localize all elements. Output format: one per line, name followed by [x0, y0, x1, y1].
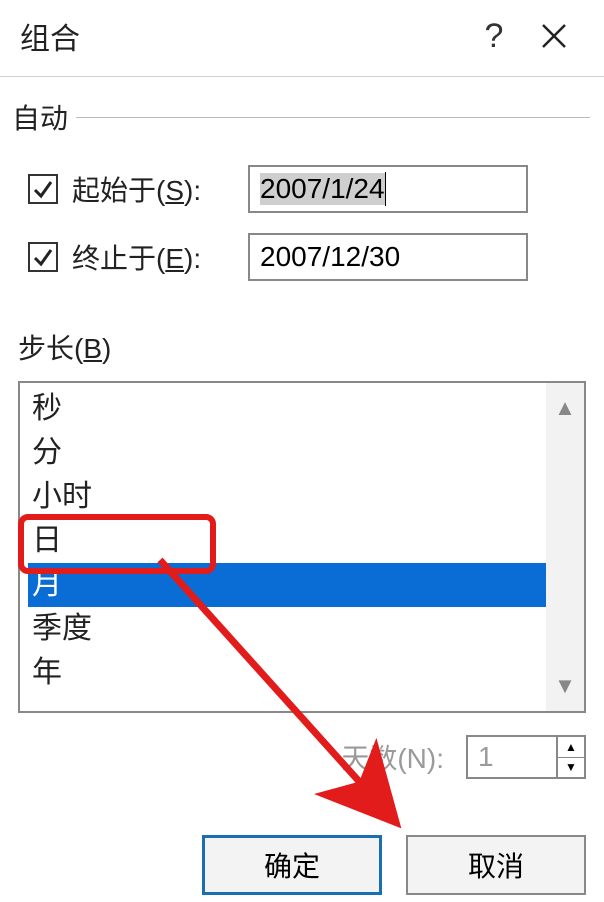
scroll-up-icon[interactable]: ▲: [554, 397, 576, 419]
auto-legend: 自动: [12, 97, 76, 137]
days-value[interactable]: 1: [468, 737, 556, 777]
end-row: 终止于(E): 2007/12/30: [28, 233, 590, 281]
list-item[interactable]: 小时: [28, 475, 546, 519]
days-row: 天数(N): 1 ▲ ▼: [0, 735, 586, 779]
start-date-input[interactable]: 2007/1/24: [248, 165, 528, 213]
checkmark-icon: [32, 178, 54, 200]
start-row: 起始于(S): 2007/1/24: [28, 165, 590, 213]
dialog-title: 组合: [20, 14, 464, 58]
spinner-up-icon[interactable]: ▲: [558, 737, 584, 758]
list-item[interactable]: 年: [28, 651, 546, 695]
spinner-down-icon[interactable]: ▼: [558, 758, 584, 778]
days-label: 天数(N):: [341, 737, 444, 777]
ok-button[interactable]: 确定: [202, 835, 382, 895]
scroll-down-icon[interactable]: ▼: [554, 675, 576, 697]
spinner-buttons: ▲ ▼: [556, 737, 584, 777]
list-item[interactable]: 秒: [28, 387, 546, 431]
close-button[interactable]: [524, 22, 584, 50]
list-item[interactable]: 季度: [28, 607, 546, 651]
end-label: 终止于(E):: [72, 237, 242, 277]
auto-fieldset: 自动 起始于(S): 2007/1/24 终止于(E): 2007/12/30: [14, 97, 590, 301]
start-checkbox[interactable]: [28, 174, 58, 204]
step-listbox[interactable]: 秒分小时日月季度年: [20, 383, 546, 711]
checkmark-icon: [32, 246, 54, 268]
text-caret: [385, 172, 386, 206]
end-date-input[interactable]: 2007/12/30: [248, 233, 528, 281]
cancel-button[interactable]: 取消: [406, 835, 586, 895]
list-item[interactable]: 分: [28, 431, 546, 475]
start-label: 起始于(S):: [72, 169, 242, 209]
start-date-value: 2007/1/24: [260, 173, 385, 205]
help-button[interactable]: ?: [464, 17, 524, 56]
days-spinner[interactable]: 1 ▲ ▼: [466, 735, 586, 779]
step-listbox-wrap: 秒分小时日月季度年 ▲ ▼: [18, 381, 586, 713]
titlebar: 组合 ?: [0, 0, 604, 77]
end-date-value: 2007/12/30: [260, 241, 400, 273]
step-label: 步长(B): [18, 327, 604, 367]
list-item[interactable]: 日: [28, 519, 546, 563]
list-item[interactable]: 月: [28, 563, 546, 607]
close-icon: [540, 22, 568, 50]
end-checkbox[interactable]: [28, 242, 58, 272]
dialog-buttons: 确定 取消: [0, 835, 586, 895]
listbox-scrollbar[interactable]: ▲ ▼: [546, 383, 584, 711]
